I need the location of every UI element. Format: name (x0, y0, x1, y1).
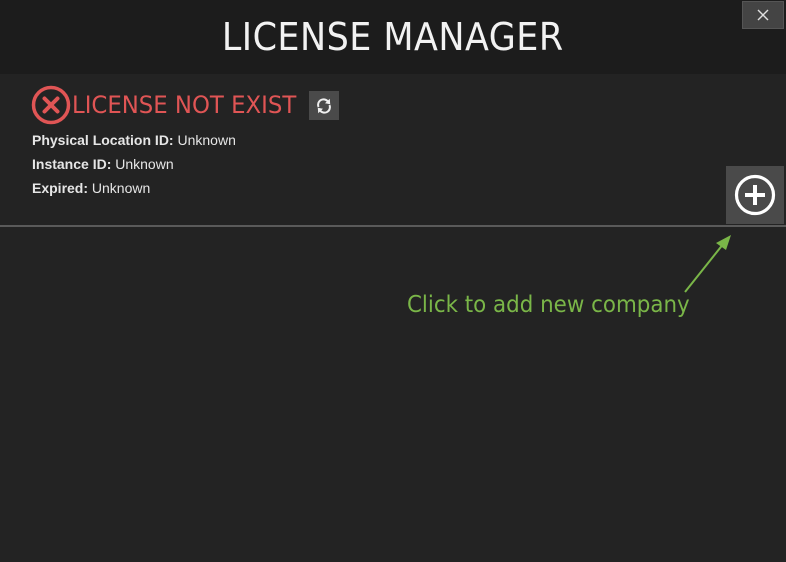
detail-value: Unknown (91, 180, 151, 196)
window-title: LICENSE MANAGER (222, 15, 564, 59)
license-status-text: LICENSE NOT EXIST (72, 91, 297, 119)
detail-row-instance-id: Instance ID: Unknown (32, 152, 236, 176)
detail-label: Instance ID: (32, 156, 112, 172)
plus-circle-icon (734, 174, 776, 216)
add-company-button[interactable] (726, 166, 784, 224)
divider (0, 225, 786, 227)
add-company-hint: Click to add new company (407, 292, 690, 318)
detail-label: Expired: (32, 180, 89, 196)
refresh-icon (317, 97, 331, 114)
detail-value: Unknown (115, 156, 174, 172)
close-button[interactable] (742, 1, 784, 29)
detail-value: Unknown (177, 132, 236, 148)
license-status: LICENSE NOT EXIST (31, 84, 308, 126)
x-circle-icon (31, 85, 71, 125)
close-icon (757, 9, 769, 21)
detail-label: Physical Location ID: (32, 132, 174, 148)
license-details: Physical Location ID: Unknown Instance I… (32, 128, 236, 200)
detail-row-physical-location: Physical Location ID: Unknown (32, 128, 236, 152)
license-manager-window: LICENSE MANAGER LICENSE NOT EXIST Physic… (0, 0, 786, 562)
detail-row-expired: Expired: Unknown (32, 176, 236, 200)
refresh-button[interactable] (309, 91, 339, 120)
title-bar: LICENSE MANAGER (0, 0, 786, 74)
